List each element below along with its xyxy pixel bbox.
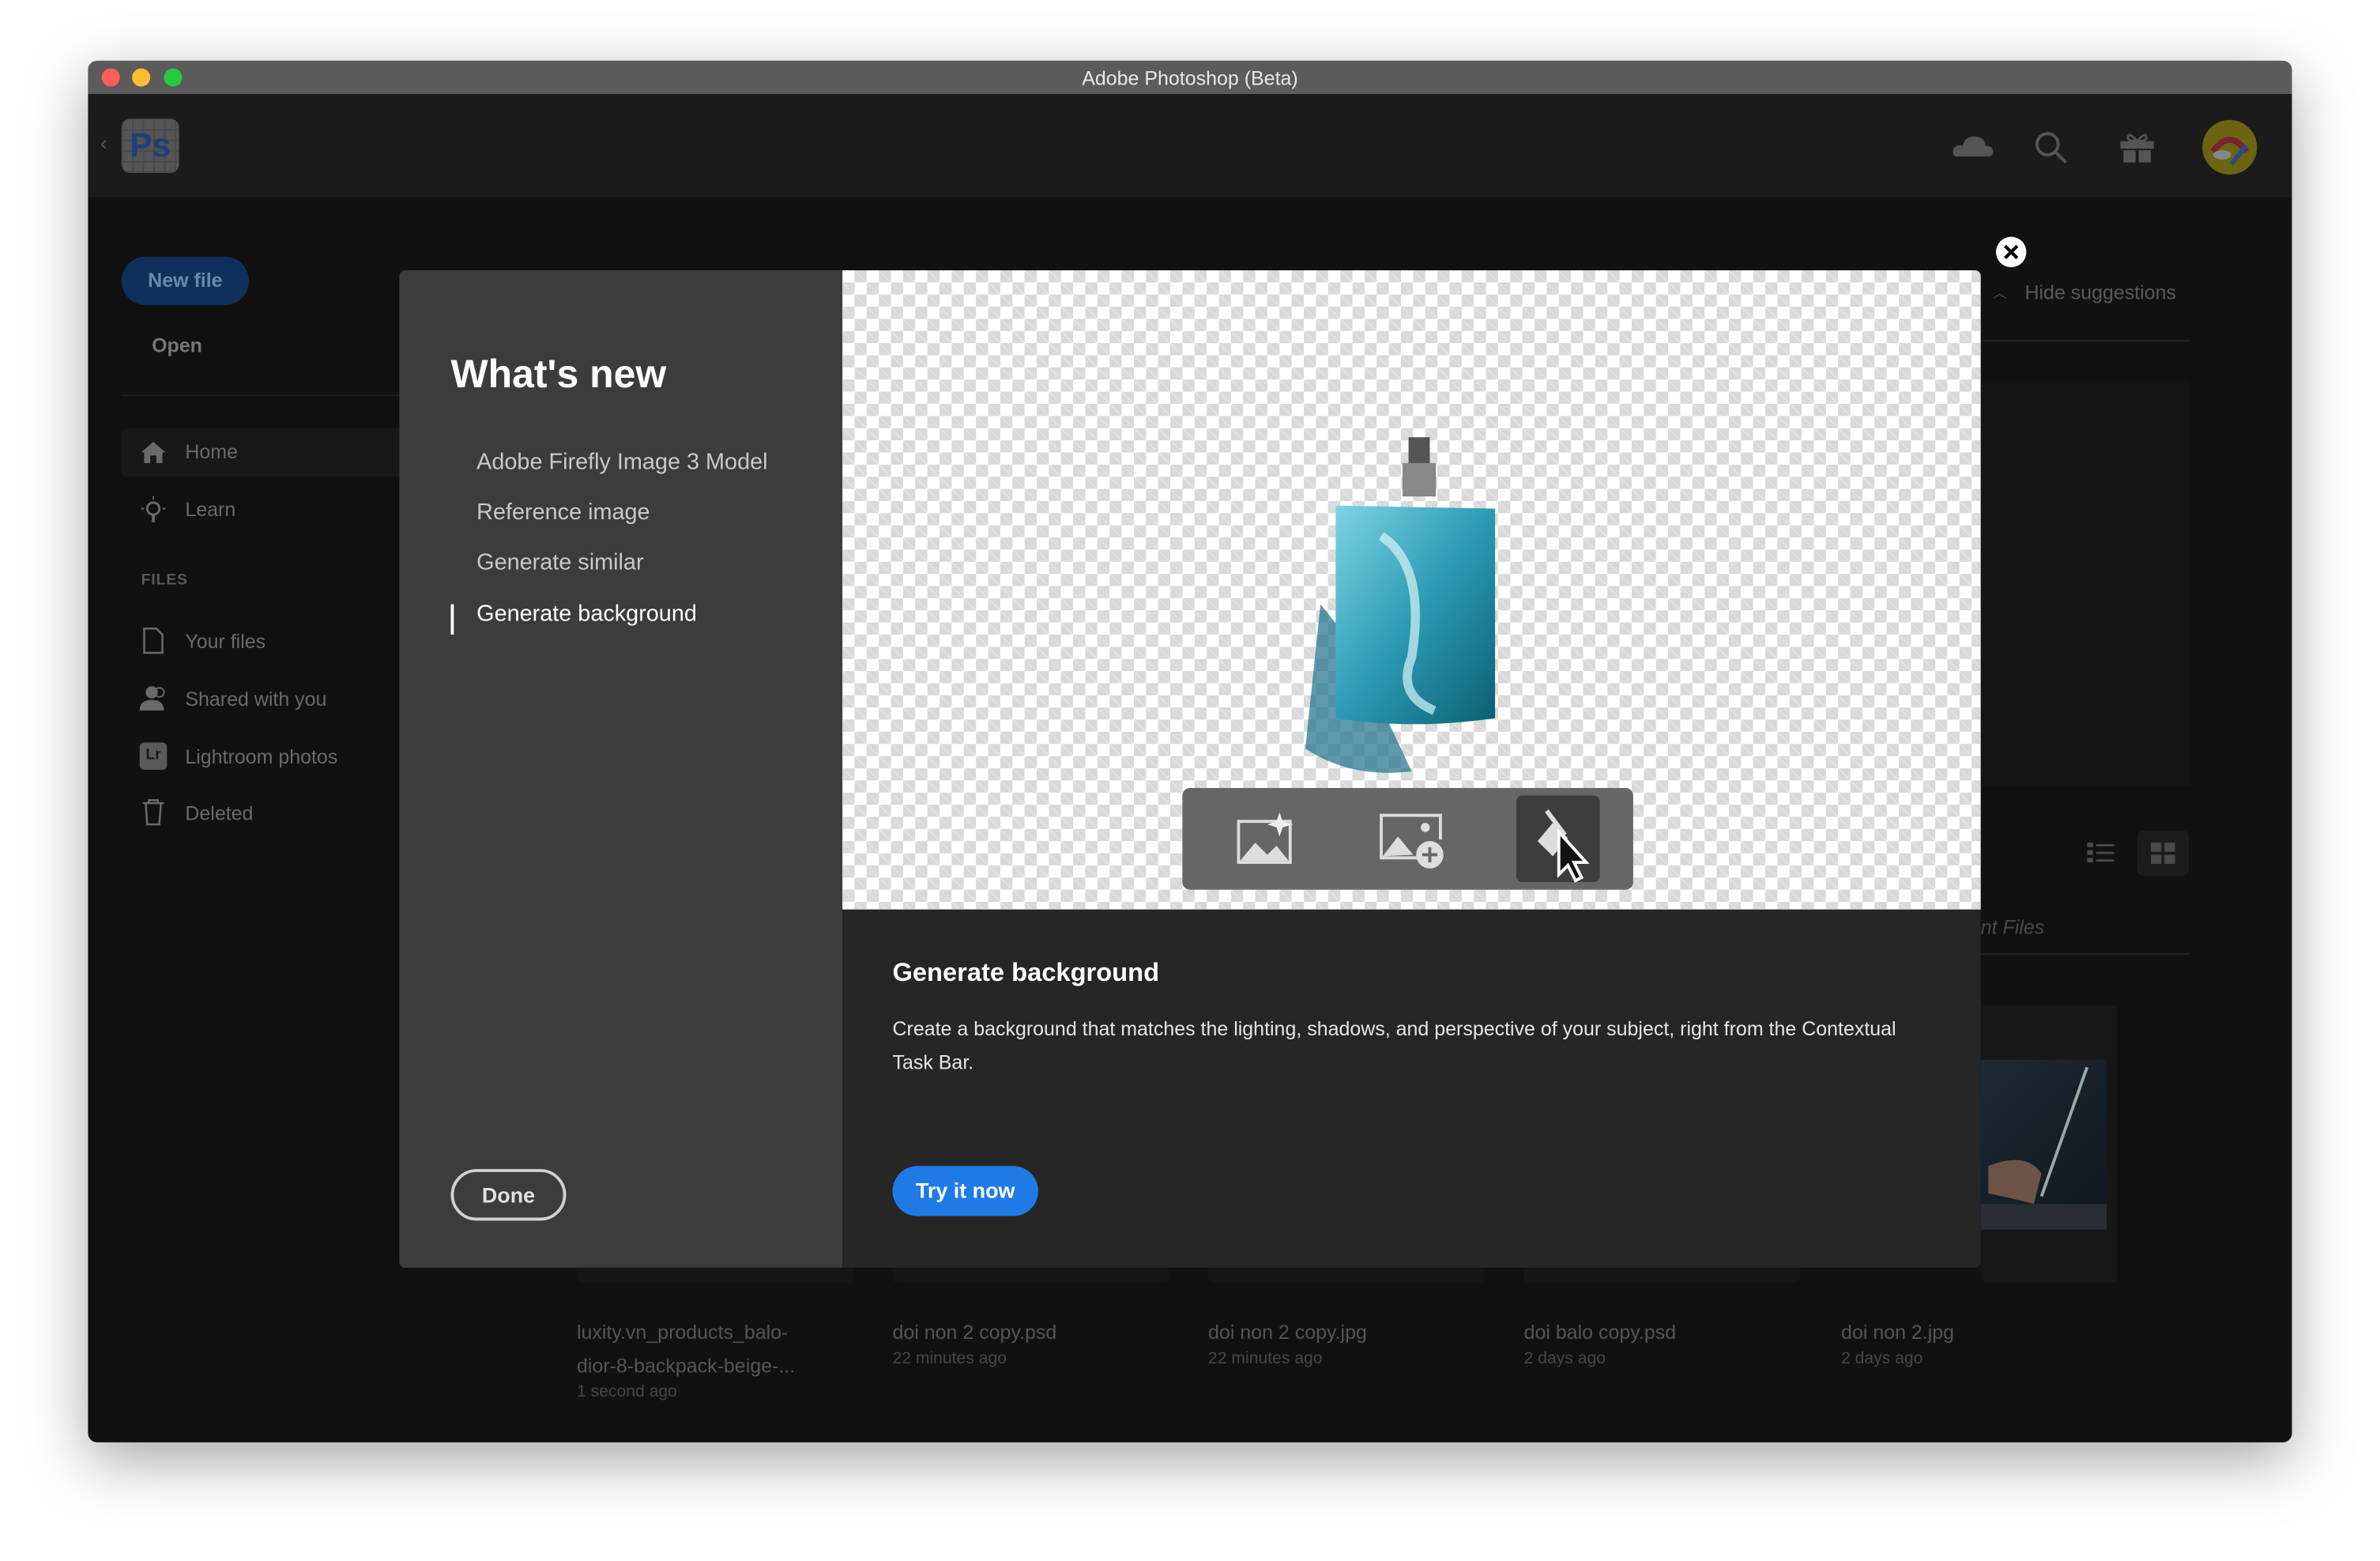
file-icon — [143, 628, 164, 654]
trash-icon — [142, 799, 164, 826]
sidebar-item-your-files[interactable]: Your files — [122, 618, 402, 666]
done-button[interactable]: Done — [450, 1169, 567, 1221]
sidebar-item-label: Shared with you — [185, 688, 327, 711]
file-time: 2 days ago — [1841, 1349, 1923, 1368]
people-icon — [139, 686, 165, 711]
chevron-up-icon[interactable]: ︿ — [1993, 282, 2006, 302]
dialog-nav-panel: What's new Adobe Firefly Image 3 Model R… — [399, 270, 843, 1268]
file-time: 22 minutes ago — [892, 1349, 1007, 1368]
sidebar-item-label: Lightroom photos — [185, 745, 338, 768]
back-chevron-icon[interactable]: ‹ — [100, 130, 107, 155]
sidebar-item-shared[interactable]: Shared with you — [122, 676, 402, 724]
try-it-now-button[interactable]: Try it now — [892, 1166, 1038, 1216]
close-icon — [2004, 244, 2019, 260]
file-item[interactable]: doi balo copy.psd 2 days ago — [1523, 1316, 1767, 1368]
nav-item-reference-image[interactable]: Reference image — [476, 500, 650, 526]
list-view-icon[interactable] — [2087, 841, 2115, 865]
generative-fill-icon[interactable] — [1237, 812, 1298, 864]
sidebar-item-label: Learn — [185, 498, 236, 521]
sidebar-item-home[interactable]: Home — [121, 428, 403, 477]
files-heading: FILES — [141, 572, 188, 590]
perfume-bottle-image — [1305, 437, 1496, 773]
close-dialog-button[interactable] — [1995, 236, 2027, 268]
avatar[interactable] — [2201, 119, 2258, 176]
suggestions-panel — [1980, 379, 2190, 787]
file-thumbnail — [1980, 1059, 2107, 1230]
window-title: Adobe Photoshop (Beta) — [1082, 66, 1298, 90]
lightroom-icon: Lr — [139, 742, 168, 770]
lightbulb-icon — [141, 496, 166, 522]
feature-preview — [842, 270, 1981, 910]
divider — [1980, 953, 2190, 956]
grid-view-icon — [2150, 843, 2175, 864]
app-window: Adobe Photoshop (Beta) ‹ Ps New file Ope… — [88, 60, 2292, 1442]
sidebar-item-lightroom[interactable]: Lr Lightroom photos — [122, 733, 402, 782]
dialog-title: What's new — [450, 350, 667, 397]
thumbnail-image — [1980, 1066, 2107, 1230]
file-name: luxity.vn_products_balo-dior-8-backpack-… — [576, 1321, 796, 1378]
sidebar-item-learn[interactable]: Learn — [122, 486, 402, 534]
hide-suggestions-button[interactable]: Hide suggestions — [2024, 281, 2176, 304]
open-button[interactable]: Open — [152, 334, 202, 357]
file-item[interactable]: doi non 2 copy.psd 22 minutes ago — [892, 1316, 1135, 1368]
feature-description: Create a background that matches the lig… — [892, 1017, 1896, 1074]
file-time: 2 days ago — [1523, 1349, 1606, 1368]
add-image-icon[interactable] — [1380, 813, 1449, 870]
whats-new-dialog: What's new Adobe Firefly Image 3 Model R… — [399, 270, 1981, 1268]
cloud-icon[interactable] — [1952, 130, 1994, 158]
divider — [121, 394, 425, 397]
file-name: doi non 2 copy.psd — [892, 1321, 1057, 1344]
dialog-content: Generate background Create a background … — [842, 270, 1981, 1268]
feature-title: Generate background — [892, 958, 1160, 987]
photoshop-logo[interactable]: Ps — [121, 118, 179, 173]
contextual-task-bar — [1182, 787, 1633, 890]
file-name: doi non 2.jpg — [1841, 1321, 1955, 1344]
active-indicator — [450, 604, 454, 635]
nav-item-firefly[interactable]: Adobe Firefly Image 3 Model — [476, 450, 767, 476]
grid-view-button[interactable] — [2137, 830, 2189, 877]
title-bar: Adobe Photoshop (Beta) — [88, 60, 2292, 95]
file-item[interactable]: doi non 2.jpg 2 days ago — [1841, 1316, 2084, 1368]
file-item[interactable]: doi non 2 copy.jpg 22 minutes ago — [1208, 1316, 1451, 1368]
generate-background-button[interactable] — [1516, 795, 1600, 883]
home-icon — [141, 441, 166, 463]
sidebar-item-label: Your files — [185, 630, 266, 653]
divider — [1980, 340, 2190, 342]
nav-item-generate-similar[interactable]: Generate similar — [476, 549, 643, 575]
file-card[interactable] — [1980, 1005, 2118, 1284]
file-name: doi balo copy.psd — [1523, 1321, 1677, 1344]
recent-files-heading: nt Files — [1980, 915, 2045, 939]
sidebar-item-label: Deleted — [185, 801, 254, 825]
generate-background-icon — [1537, 809, 1590, 883]
new-file-button[interactable]: New file — [121, 256, 250, 306]
sidebar-item-deleted[interactable]: Deleted — [122, 790, 402, 838]
file-time: 1 second ago — [576, 1382, 677, 1401]
search-icon[interactable] — [2034, 130, 2070, 167]
app-header: ‹ Ps — [88, 94, 2292, 198]
gift-icon[interactable] — [2119, 130, 2156, 164]
nav-item-generate-background[interactable]: Generate background — [476, 601, 697, 628]
file-name: doi non 2 copy.jpg — [1208, 1321, 1367, 1344]
file-time: 22 minutes ago — [1208, 1349, 1323, 1368]
file-item[interactable]: luxity.vn_products_balo-dior-8-backpack-… — [577, 1316, 819, 1401]
sidebar-item-label: Home — [185, 440, 238, 463]
